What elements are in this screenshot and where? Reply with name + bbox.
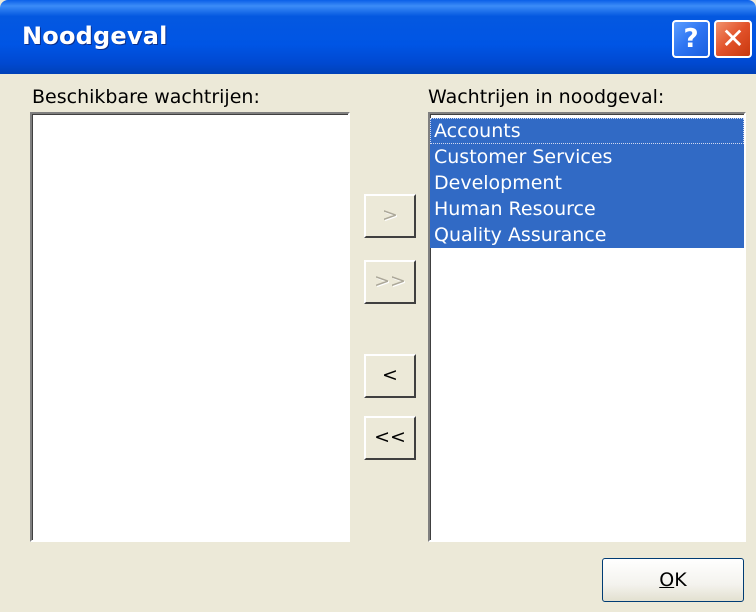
list-item[interactable]: Customer Services bbox=[430, 144, 744, 170]
close-icon: ✕ bbox=[721, 22, 745, 55]
dialog-window: Noodgeval ? ✕ Beschikbare wachtrijen: > … bbox=[0, 0, 756, 612]
available-queues-list[interactable] bbox=[30, 112, 350, 542]
add-button[interactable]: > bbox=[364, 194, 416, 238]
remove-label: < bbox=[382, 364, 398, 386]
ok-button[interactable]: OK bbox=[602, 558, 744, 602]
window-title: Noodgeval bbox=[22, 22, 168, 50]
close-button[interactable]: ✕ bbox=[714, 20, 752, 58]
ok-label: K bbox=[674, 569, 687, 591]
available-queues-label: Beschikbare wachtrijen: bbox=[32, 86, 260, 108]
remove-button[interactable]: < bbox=[364, 354, 416, 398]
add-label: > bbox=[382, 204, 398, 226]
list-item[interactable]: Human Resource bbox=[430, 196, 744, 222]
help-icon: ? bbox=[683, 24, 699, 54]
ok-mnemonic: O bbox=[659, 569, 675, 591]
emergency-queues-list[interactable]: Accounts Customer Services Development H… bbox=[428, 112, 746, 542]
remove-all-button[interactable]: << bbox=[364, 416, 416, 460]
list-item[interactable]: Quality Assurance bbox=[430, 222, 744, 248]
add-all-label: >> bbox=[374, 270, 406, 292]
remove-all-label: << bbox=[374, 426, 406, 448]
help-button[interactable]: ? bbox=[672, 20, 710, 58]
emergency-queues-label: Wachtrijen in noodgeval: bbox=[428, 86, 665, 108]
list-item[interactable]: Development bbox=[430, 170, 744, 196]
list-item[interactable]: Accounts bbox=[430, 118, 744, 144]
title-bar[interactable]: Noodgeval ? ✕ bbox=[0, 0, 756, 74]
add-all-button[interactable]: >> bbox=[364, 260, 416, 304]
